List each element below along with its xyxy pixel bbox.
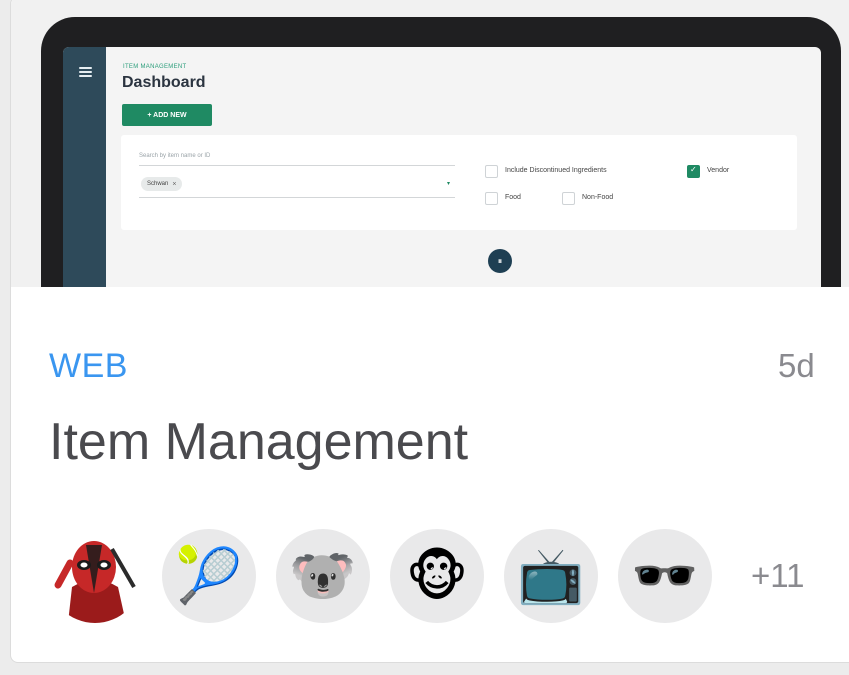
close-icon: × xyxy=(172,180,177,188)
avatar[interactable]: 🎾 xyxy=(162,529,256,623)
sunglasses-icon: 🕶️ xyxy=(631,545,699,606)
more-collaborators-count[interactable]: +11 xyxy=(751,557,805,595)
app-title: Dashboard xyxy=(122,74,206,91)
checkbox-label-discontinued: Include Discontinued Ingredients xyxy=(505,167,607,174)
app-kicker: ITEM MANAGEMENT xyxy=(123,64,187,70)
filter-panel: Search by item name or ID Schwan × ▾ Inc… xyxy=(121,135,797,230)
monkey-icon: 🐵 xyxy=(405,546,469,607)
deadpool-avatar-icon xyxy=(49,530,141,623)
menu-icon xyxy=(79,67,92,77)
checkbox-label-food: Food xyxy=(505,194,521,201)
avatar[interactable] xyxy=(48,529,142,623)
pagination-icon: ⏸ xyxy=(488,249,512,273)
select-underline xyxy=(139,197,455,198)
project-title[interactable]: Item Management xyxy=(49,412,468,472)
app-content: ITEM MANAGEMENT Dashboard + ADD NEW Sear… xyxy=(106,47,821,287)
app-sidebar xyxy=(63,47,106,287)
collaborator-avatars: 🎾 🐨 🐵 📺 🕶️ xyxy=(48,529,712,623)
vendor-chip: Schwan × xyxy=(141,177,183,191)
card-thumbnail[interactable]: ITEM MANAGEMENT Dashboard + ADD NEW Sear… xyxy=(11,0,849,287)
tablet-screen: ITEM MANAGEMENT Dashboard + ADD NEW Sear… xyxy=(63,47,821,287)
project-card[interactable]: ITEM MANAGEMENT Dashboard + ADD NEW Sear… xyxy=(10,0,849,663)
checkbox-food xyxy=(485,192,498,205)
add-new-button: + ADD NEW xyxy=(122,104,212,126)
checkbox-label-vendor: Vendor xyxy=(707,167,730,174)
koala-icon: 🐨 xyxy=(289,545,357,606)
tennis-ball-icon: 🎾 xyxy=(175,545,243,606)
checkbox-label-non-food: Non-Food xyxy=(582,194,614,201)
avatar[interactable]: 🐵 xyxy=(390,529,484,623)
checkbox-discontinued xyxy=(485,165,498,178)
search-underline xyxy=(139,165,455,166)
tablet-frame: ITEM MANAGEMENT Dashboard + ADD NEW Sear… xyxy=(41,17,841,287)
project-type-label: WEB xyxy=(49,347,128,385)
checkbox-non-food xyxy=(562,192,575,205)
chip-label: Schwan xyxy=(147,181,169,187)
avatar[interactable]: 📺 xyxy=(504,529,598,623)
project-age: 5d xyxy=(778,347,815,384)
avatar[interactable]: 🕶️ xyxy=(618,529,712,623)
chevron-down-icon: ▾ xyxy=(447,181,451,187)
television-icon: 📺 xyxy=(517,545,585,606)
search-placeholder: Search by item name or ID xyxy=(139,153,211,159)
checkbox-vendor xyxy=(687,165,700,178)
avatar[interactable]: 🐨 xyxy=(276,529,370,623)
